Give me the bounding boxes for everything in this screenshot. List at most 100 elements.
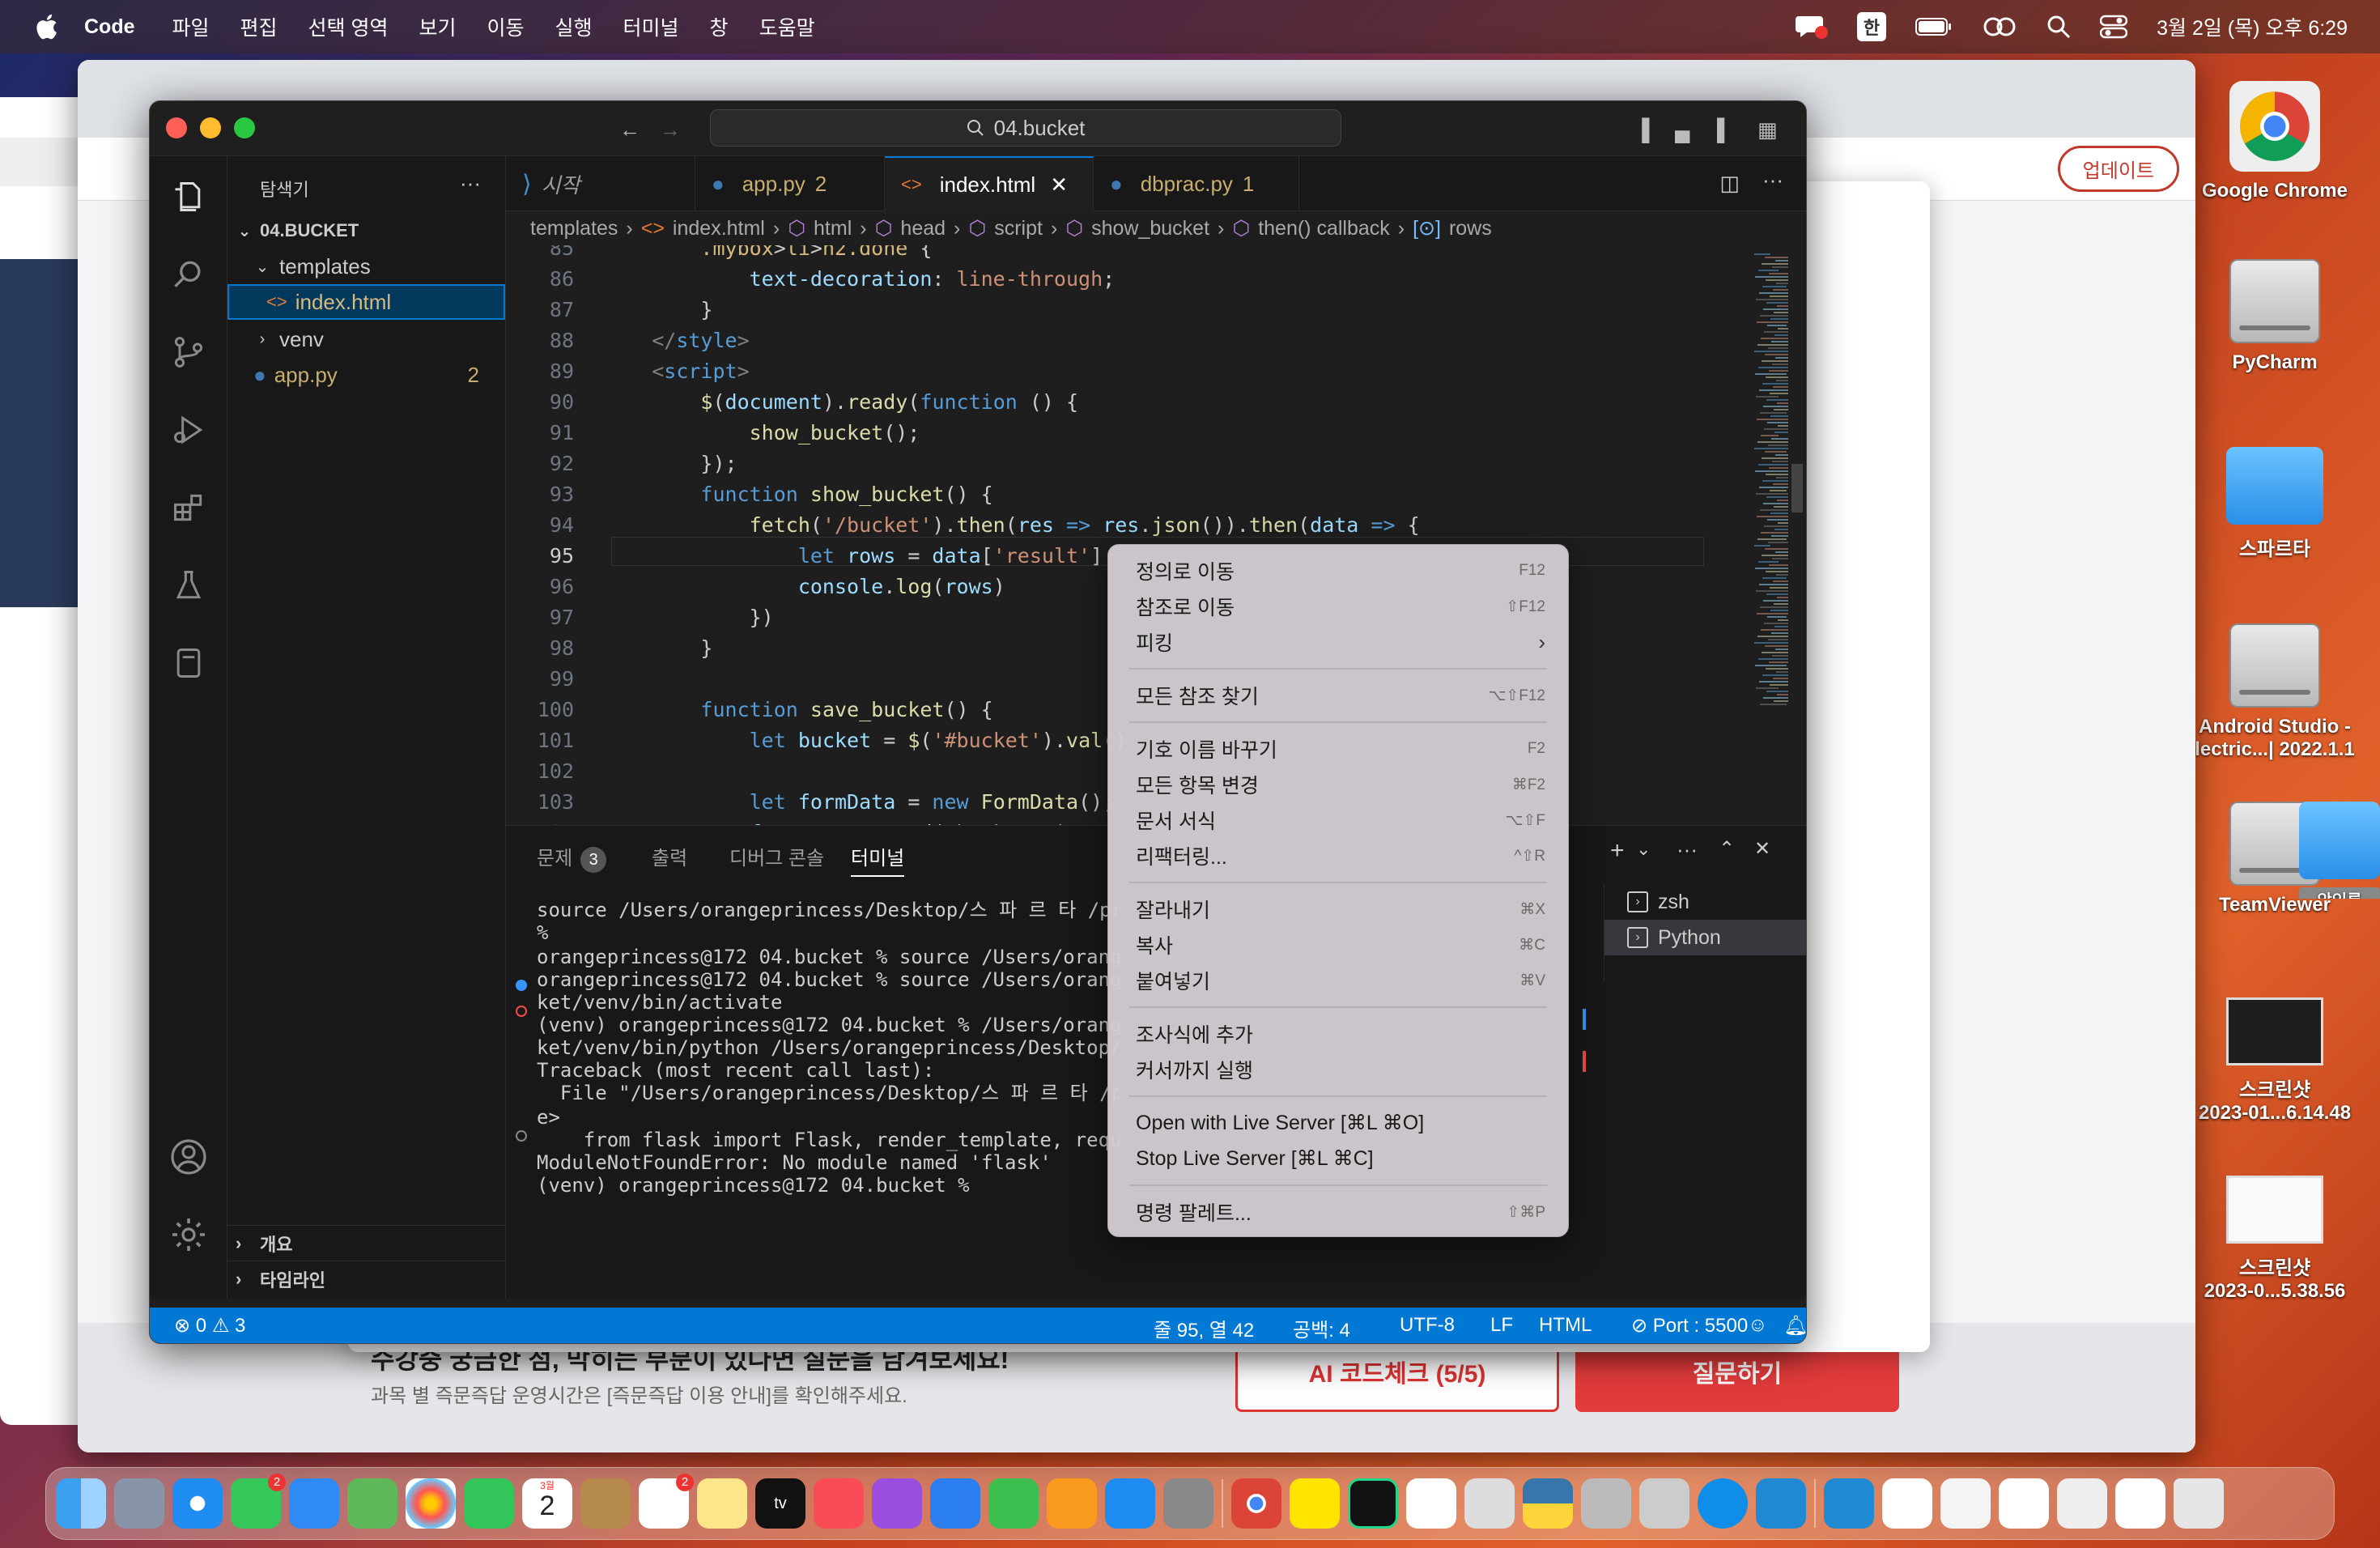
- desktop-icon-screenshot-1[interactable]: 스크린샷 2023-01...6.14.48: [2194, 997, 2356, 1125]
- reminders-icon[interactable]: 2: [639, 1474, 694, 1529]
- teamviewer-dock-icon[interactable]: [1698, 1478, 1748, 1529]
- breadcrumb-item[interactable]: templates: [530, 217, 618, 240]
- tree-folder-venv[interactable]: › venv: [227, 321, 505, 357]
- outline-section[interactable]: › 개요: [227, 1225, 505, 1261]
- calendar-icon[interactable]: 3월 2: [522, 1478, 572, 1529]
- input-method-indicator[interactable]: 한: [1856, 12, 1887, 41]
- tab-index-html[interactable]: <> index.html ✕: [885, 156, 1094, 211]
- close-tab-icon[interactable]: ✕: [1050, 172, 1068, 198]
- maps-icon[interactable]: [347, 1478, 397, 1529]
- close-window-button[interactable]: [166, 117, 187, 138]
- context-menu-item[interactable]: 참조로 이동 ⇧F12: [1116, 589, 1560, 624]
- tree-folder-templates[interactable]: ⌄ templates: [227, 249, 505, 284]
- menu-edit[interactable]: 편집: [240, 12, 278, 41]
- scrollbar-thumb[interactable]: [1791, 464, 1803, 512]
- close-panel-icon[interactable]: ✕: [1754, 837, 1770, 861]
- slack-icon[interactable]: [1406, 1478, 1456, 1529]
- remote-explorer-icon[interactable]: [168, 642, 210, 684]
- minimized-window-icon[interactable]: [1882, 1478, 1932, 1529]
- breadcrumb-item[interactable]: index.html: [673, 217, 765, 240]
- notes-icon[interactable]: [697, 1478, 747, 1529]
- run-debug-icon[interactable]: [168, 409, 210, 451]
- system-settings-icon[interactable]: [1163, 1478, 1213, 1529]
- kakaotalk-icon[interactable]: [1290, 1478, 1340, 1529]
- tab-app-py[interactable]: ● app.py 2: [695, 156, 885, 211]
- photos-icon[interactable]: [406, 1478, 456, 1529]
- desktop-icon-chrome[interactable]: Google Chrome: [2194, 81, 2356, 202]
- back-arrow-icon[interactable]: ←: [619, 117, 640, 142]
- contacts-icon[interactable]: [580, 1478, 631, 1529]
- tab-dbprac-py[interactable]: ● dbprac.py 1: [1094, 156, 1299, 211]
- testing-flask-icon[interactable]: [168, 564, 210, 606]
- chrome-update-button[interactable]: 업데이트: [2057, 146, 2179, 192]
- desktop-icon-screenshot-2[interactable]: 스크린샷 2023-0...5.38.56: [2194, 1176, 2356, 1303]
- rocket-app-icon[interactable]: [1464, 1478, 1515, 1529]
- context-menu-item[interactable]: 리팩터링... ^⇧R: [1116, 838, 1560, 874]
- screen-mirroring-icon[interactable]: [1982, 16, 2017, 37]
- menubar-clock[interactable]: 3월 2일 (목) 오후 6:29: [2157, 12, 2348, 41]
- context-menu-item[interactable]: 커서까지 실행: [1116, 1052, 1560, 1087]
- minimized-window-icon[interactable]: [2115, 1478, 2165, 1529]
- menu-window[interactable]: 창: [710, 12, 729, 41]
- apple-tv-icon[interactable]: tv: [755, 1478, 805, 1529]
- settings-gear-icon[interactable]: [168, 1214, 210, 1256]
- panel-tab-problems[interactable]: 문제 3: [537, 842, 607, 873]
- account-icon[interactable]: [168, 1136, 210, 1178]
- minimized-window-icon[interactable]: [2057, 1478, 2107, 1529]
- menu-selection[interactable]: 선택 영역: [308, 12, 389, 41]
- breadcrumb-item[interactable]: head: [900, 217, 946, 240]
- menu-app-name[interactable]: Code: [84, 15, 135, 39]
- desktop-icon-partial-folder[interactable]: 악인론: [2299, 802, 2380, 899]
- eol-status[interactable]: LF: [1490, 1314, 1513, 1337]
- facetime-icon[interactable]: [464, 1478, 514, 1529]
- desktop-icon-android-studio[interactable]: Android Studio - lectric...| 2022.1.1: [2186, 623, 2364, 761]
- panel-tab-debug-console[interactable]: 디버그 콘솔: [729, 842, 824, 870]
- context-menu-item[interactable]: Stop Live Server [⌘L ⌘C]: [1116, 1141, 1560, 1176]
- toggle-panel-icon[interactable]: ▄: [1675, 117, 1689, 142]
- context-menu-item[interactable]: 피킹 ›: [1116, 624, 1560, 660]
- python-launcher-icon[interactable]: [1523, 1478, 1573, 1529]
- chevron-down-icon[interactable]: ⌄: [1636, 839, 1651, 860]
- trash-icon[interactable]: [2174, 1478, 2224, 1529]
- context-menu-item[interactable]: 복사 ⌘C: [1116, 927, 1560, 963]
- context-menu-item[interactable]: 잘라내기 ⌘X: [1116, 891, 1560, 927]
- background-window-left[interactable]: [0, 97, 78, 1425]
- breadcrumb-item[interactable]: show_bucket: [1091, 217, 1209, 240]
- preview-icon[interactable]: [1581, 1478, 1631, 1529]
- language-mode-status[interactable]: HTML: [1539, 1314, 1592, 1337]
- minimize-window-button[interactable]: [200, 117, 221, 138]
- search-icon[interactable]: [168, 253, 210, 296]
- breadcrumb-item[interactable]: rows: [1449, 217, 1492, 240]
- terminal-python[interactable]: › Python: [1604, 920, 1806, 955]
- more-actions-icon[interactable]: ···: [460, 171, 481, 196]
- pages-icon[interactable]: [1047, 1478, 1097, 1529]
- forward-arrow-icon[interactable]: →: [660, 117, 681, 142]
- desktop-icon-pycharm[interactable]: PyCharm: [2194, 259, 2356, 374]
- encoding-status[interactable]: UTF-8: [1400, 1314, 1455, 1337]
- breadcrumb-item[interactable]: script: [994, 217, 1043, 240]
- desktop-icon-sparta-folder[interactable]: 스파르타: [2194, 447, 2356, 561]
- context-menu-item[interactable]: 조사식에 추가: [1116, 1016, 1560, 1052]
- safari-icon[interactable]: [172, 1478, 223, 1529]
- chrome-dock-icon[interactable]: [1231, 1478, 1281, 1529]
- extensions-icon[interactable]: [168, 487, 210, 529]
- menu-run[interactable]: 실행: [555, 12, 593, 41]
- feedback-icon[interactable]: ☺: [1748, 1314, 1768, 1337]
- problems-status[interactable]: ⊗ 0 ⚠ 3: [174, 1314, 245, 1337]
- tab-welcome[interactable]: ⟩ 시작: [506, 156, 695, 211]
- tree-file-app-py[interactable]: ● app.py 2: [227, 357, 505, 393]
- more-actions-icon[interactable]: ···: [1762, 168, 1783, 193]
- toggle-sidebar-icon[interactable]: ▐: [1634, 117, 1649, 142]
- vscode-minimized-icon[interactable]: [1824, 1478, 1874, 1529]
- context-menu-item[interactable]: 기호 이름 바꾸기 F2: [1116, 731, 1560, 767]
- customize-layout-icon[interactable]: ▦: [1757, 117, 1778, 142]
- context-menu-item[interactable]: 모든 항목 변경 ⌘F2: [1116, 767, 1560, 802]
- numbers-icon[interactable]: [988, 1478, 1039, 1529]
- notification-app-icon[interactable]: [1795, 13, 1828, 40]
- music-icon[interactable]: [814, 1478, 864, 1529]
- context-menu-item[interactable]: Open with Live Server [⌘L ⌘O]: [1116, 1105, 1560, 1141]
- source-control-icon[interactable]: [168, 331, 210, 373]
- context-menu-item[interactable]: 붙여넣기 ⌘V: [1116, 963, 1560, 998]
- menu-go[interactable]: 이동: [487, 12, 525, 41]
- terminal-zsh[interactable]: › zsh: [1604, 884, 1806, 920]
